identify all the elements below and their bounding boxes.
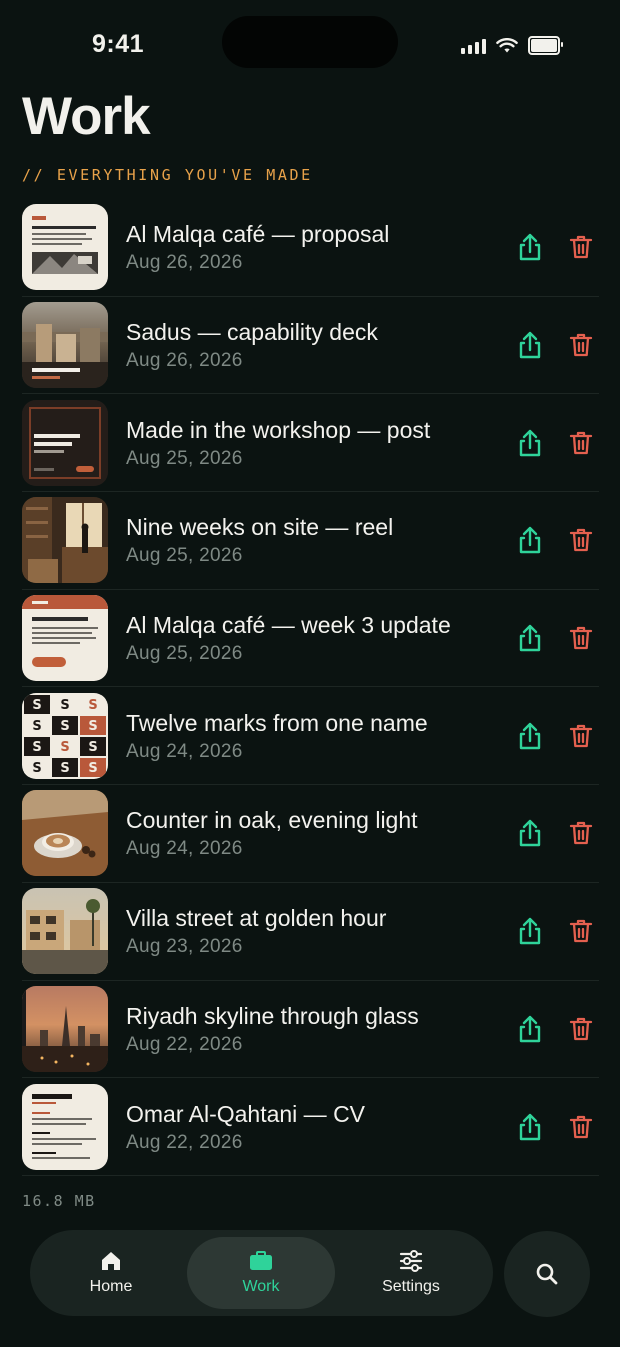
- share-button[interactable]: [512, 815, 548, 851]
- trash-icon: [569, 236, 593, 259]
- trash-icon: [569, 529, 593, 552]
- search-button[interactable]: [504, 1231, 590, 1317]
- section-subtitle: // EVERYTHING YOU'VE MADE: [22, 166, 313, 184]
- svg-text:S: S: [60, 740, 69, 755]
- status-icons: [461, 36, 563, 55]
- thumbnail-document-update: [22, 595, 108, 682]
- thumbnail-photo-city-deck: [22, 302, 108, 389]
- trash-icon: [569, 1115, 593, 1138]
- thumbnail-photo-coffee: [22, 790, 108, 877]
- share-button[interactable]: [512, 327, 548, 363]
- cellular-signal-icon: [461, 38, 486, 54]
- delete-button[interactable]: [563, 913, 599, 949]
- share-button[interactable]: [512, 1109, 548, 1145]
- thumbnail-photo-cafe-interior: [22, 497, 108, 584]
- delete-button[interactable]: [563, 1109, 599, 1145]
- tab-bar: Home Work Settings: [30, 1230, 493, 1316]
- share-button[interactable]: [512, 1011, 548, 1047]
- wifi-icon: [496, 37, 518, 52]
- tab-settings[interactable]: Settings: [337, 1237, 485, 1309]
- delete-button[interactable]: [563, 718, 599, 754]
- share-icon: [519, 1113, 541, 1140]
- svg-text:S: S: [32, 719, 41, 734]
- svg-text:S: S: [32, 761, 41, 776]
- list-item[interactable]: Al Malqa café — proposal Aug 26, 2026: [22, 199, 599, 297]
- list-item[interactable]: S S S S S S S S S S S S Twelve marks fro…: [22, 687, 599, 786]
- delete-button[interactable]: [563, 620, 599, 656]
- trash-icon: [569, 920, 593, 943]
- trash-icon: [569, 822, 593, 845]
- svg-text:S: S: [88, 761, 97, 776]
- svg-text:S: S: [88, 719, 97, 734]
- svg-text:S: S: [88, 698, 97, 713]
- svg-text:S: S: [32, 698, 41, 713]
- share-icon: [519, 429, 541, 456]
- share-button[interactable]: [512, 620, 548, 656]
- delete-button[interactable]: [563, 425, 599, 461]
- thumbnail-document-cv: [22, 1083, 108, 1170]
- tab-settings-label: Settings: [382, 1278, 440, 1295]
- tab-work[interactable]: Work: [187, 1237, 335, 1309]
- trash-icon: [569, 724, 593, 747]
- thumbnail-dark-post: [22, 399, 108, 486]
- delete-button[interactable]: [563, 229, 599, 265]
- list-item[interactable]: Riyadh skyline through glass Aug 22, 202…: [22, 981, 599, 1079]
- share-icon: [519, 234, 541, 261]
- share-button[interactable]: [512, 913, 548, 949]
- list-item[interactable]: Al Malqa café — week 3 update Aug 25, 20…: [22, 590, 599, 688]
- share-button[interactable]: [512, 425, 548, 461]
- page-title: Work: [22, 87, 151, 146]
- delete-button[interactable]: [563, 815, 599, 851]
- share-icon: [519, 722, 541, 749]
- share-icon: [519, 820, 541, 847]
- svg-text:S: S: [88, 740, 97, 755]
- briefcase-icon: [250, 1251, 272, 1270]
- svg-text:S: S: [60, 698, 69, 713]
- share-button[interactable]: [512, 522, 548, 558]
- share-button[interactable]: [512, 718, 548, 754]
- list-item[interactable]: Omar Al-Qahtani — CV Aug 22, 2026: [22, 1078, 599, 1176]
- delete-button[interactable]: [563, 522, 599, 558]
- thumbnail-photo-villa-street: [22, 888, 108, 975]
- svg-text:S: S: [60, 719, 69, 734]
- trash-icon: [569, 626, 593, 650]
- status-bar: 9:41: [0, 0, 620, 90]
- thumbnail-logo-grid: S S S S S S S S S S S S: [22, 692, 108, 779]
- thumbnail-document-proposal: [22, 204, 108, 291]
- share-icon: [519, 331, 541, 359]
- share-icon: [519, 624, 541, 652]
- delete-button[interactable]: [563, 327, 599, 363]
- tab-work-label: Work: [242, 1278, 280, 1295]
- delete-button[interactable]: [563, 1011, 599, 1047]
- share-button[interactable]: [512, 229, 548, 265]
- work-list: Al Malqa café — proposal Aug 26, 2026 Sa…: [22, 199, 599, 1176]
- tab-home[interactable]: Home: [37, 1237, 185, 1309]
- list-item[interactable]: Counter in oak, evening light Aug 24, 20…: [22, 785, 599, 883]
- share-icon: [519, 527, 541, 554]
- search-icon: [536, 1263, 558, 1285]
- home-icon: [102, 1252, 120, 1270]
- svg-text:S: S: [32, 740, 41, 755]
- thumbnail-photo-skyline: [22, 985, 108, 1072]
- tab-home-label: Home: [89, 1278, 133, 1295]
- list-item[interactable]: Villa street at golden hour Aug 23, 2026: [22, 883, 599, 981]
- share-icon: [519, 917, 541, 945]
- battery-icon: [528, 36, 563, 55]
- sliders-icon: [399, 1250, 423, 1272]
- trash-icon: [569, 431, 593, 454]
- storage-usage: 16.8 MB: [22, 1192, 96, 1210]
- status-time: 9:41: [92, 30, 145, 58]
- share-icon: [519, 1015, 541, 1043]
- list-item[interactable]: Sadus — capability deck Aug 26, 2026: [22, 297, 599, 395]
- svg-text:S: S: [60, 761, 69, 776]
- dynamic-island: [222, 16, 398, 68]
- list-item[interactable]: Made in the workshop — post Aug 25, 2026: [22, 394, 599, 493]
- trash-icon: [569, 333, 593, 357]
- list-item[interactable]: Nine weeks on site — reel Aug 25, 2026: [22, 492, 599, 590]
- trash-icon: [569, 1017, 593, 1040]
